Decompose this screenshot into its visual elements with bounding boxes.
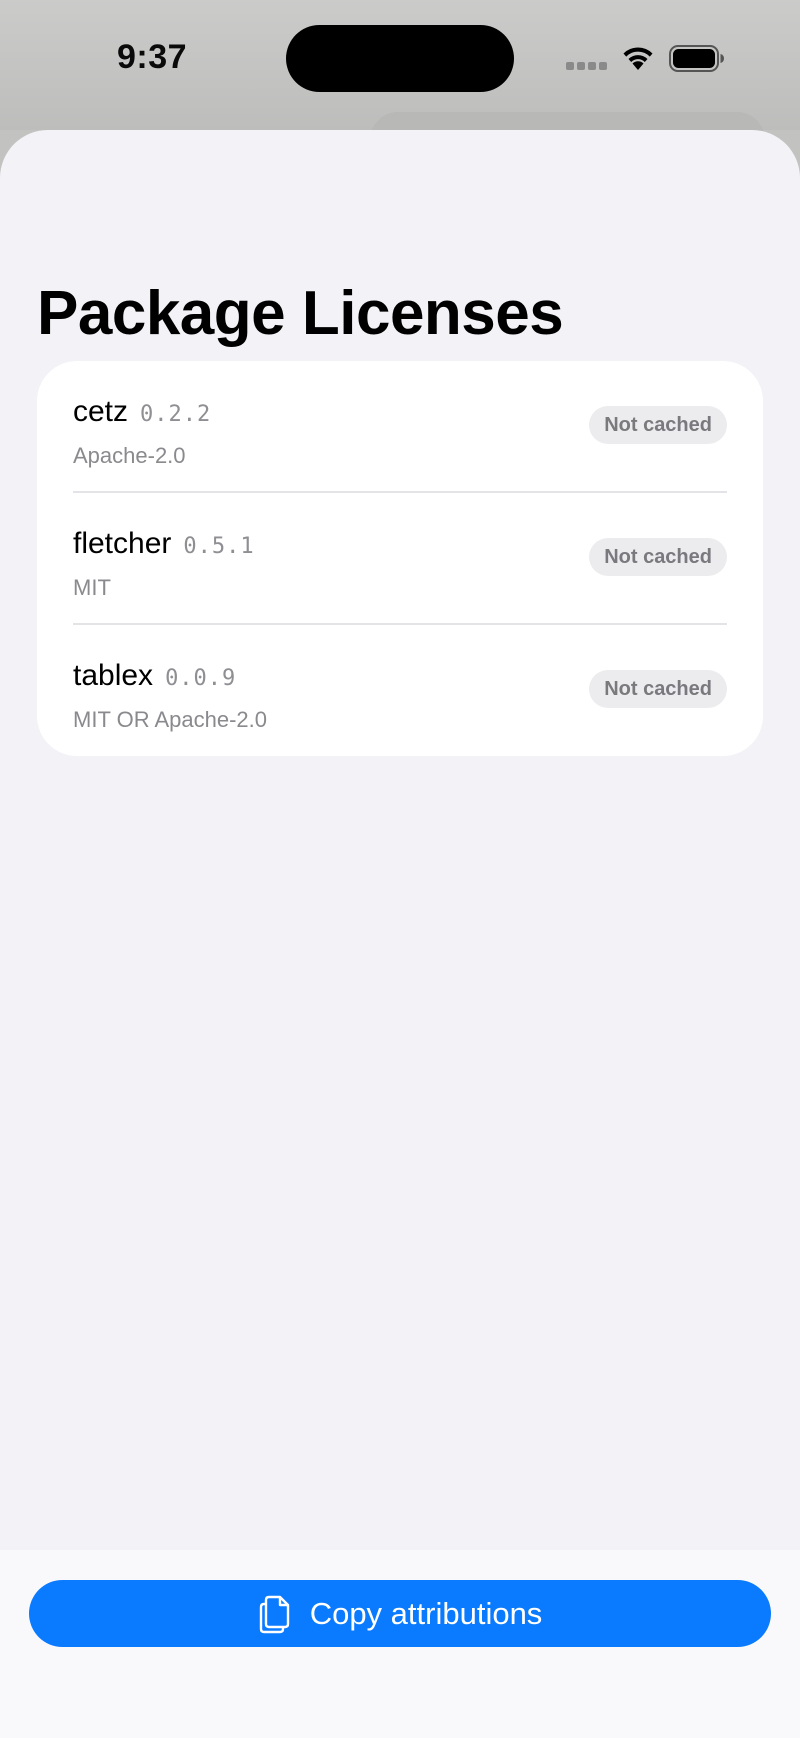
status-bar: 9:37 — [0, 0, 800, 130]
package-version: 0.5.1 — [183, 534, 255, 559]
cellular-signal-icon — [566, 62, 608, 70]
package-license: MIT OR Apache-2.0 — [73, 707, 268, 732]
package-row-cetz[interactable]: cetz 0.2.2 Apache-2.0 Not cached — [37, 361, 763, 493]
page-title: Package Licenses — [37, 279, 564, 348]
package-row-fletcher[interactable]: fletcher 0.5.1 MIT Not cached — [37, 493, 763, 625]
status-badge: Not cached — [589, 670, 727, 708]
copy-attributions-button[interactable]: Copy attributions — [29, 1580, 771, 1647]
package-name-line: tablex 0.0.9 — [73, 659, 236, 693]
package-name-line: fletcher 0.5.1 — [73, 527, 255, 561]
status-badge: Not cached — [589, 538, 727, 576]
package-license: Apache-2.0 — [73, 443, 186, 468]
package-name: fletcher — [73, 527, 172, 560]
status-time: 9:37 — [117, 38, 188, 76]
bottom-toolbar: Copy attributions — [0, 1550, 800, 1738]
package-row-tablex[interactable]: tablex 0.0.9 MIT OR Apache-2.0 Not cache… — [37, 625, 763, 757]
package-license: MIT — [73, 575, 111, 600]
wifi-icon — [623, 47, 653, 70]
package-version: 0.2.2 — [140, 402, 212, 427]
dynamic-island — [286, 25, 514, 92]
status-badge: Not cached — [589, 406, 727, 444]
package-name: cetz — [73, 395, 129, 428]
doc-on-doc-icon — [259, 1595, 289, 1633]
package-name-line: cetz 0.2.2 — [73, 395, 211, 429]
package-name: tablex — [73, 659, 154, 692]
package-list: cetz 0.2.2 Apache-2.0 Not cached fletche… — [37, 361, 763, 756]
copy-attributions-label: Copy attributions — [309, 1595, 543, 1631]
package-version: 0.0.9 — [165, 666, 237, 691]
licenses-sheet: Package Licenses cetz 0.2.2 Apache-2.0 N… — [0, 130, 800, 1738]
battery-icon — [669, 45, 724, 72]
